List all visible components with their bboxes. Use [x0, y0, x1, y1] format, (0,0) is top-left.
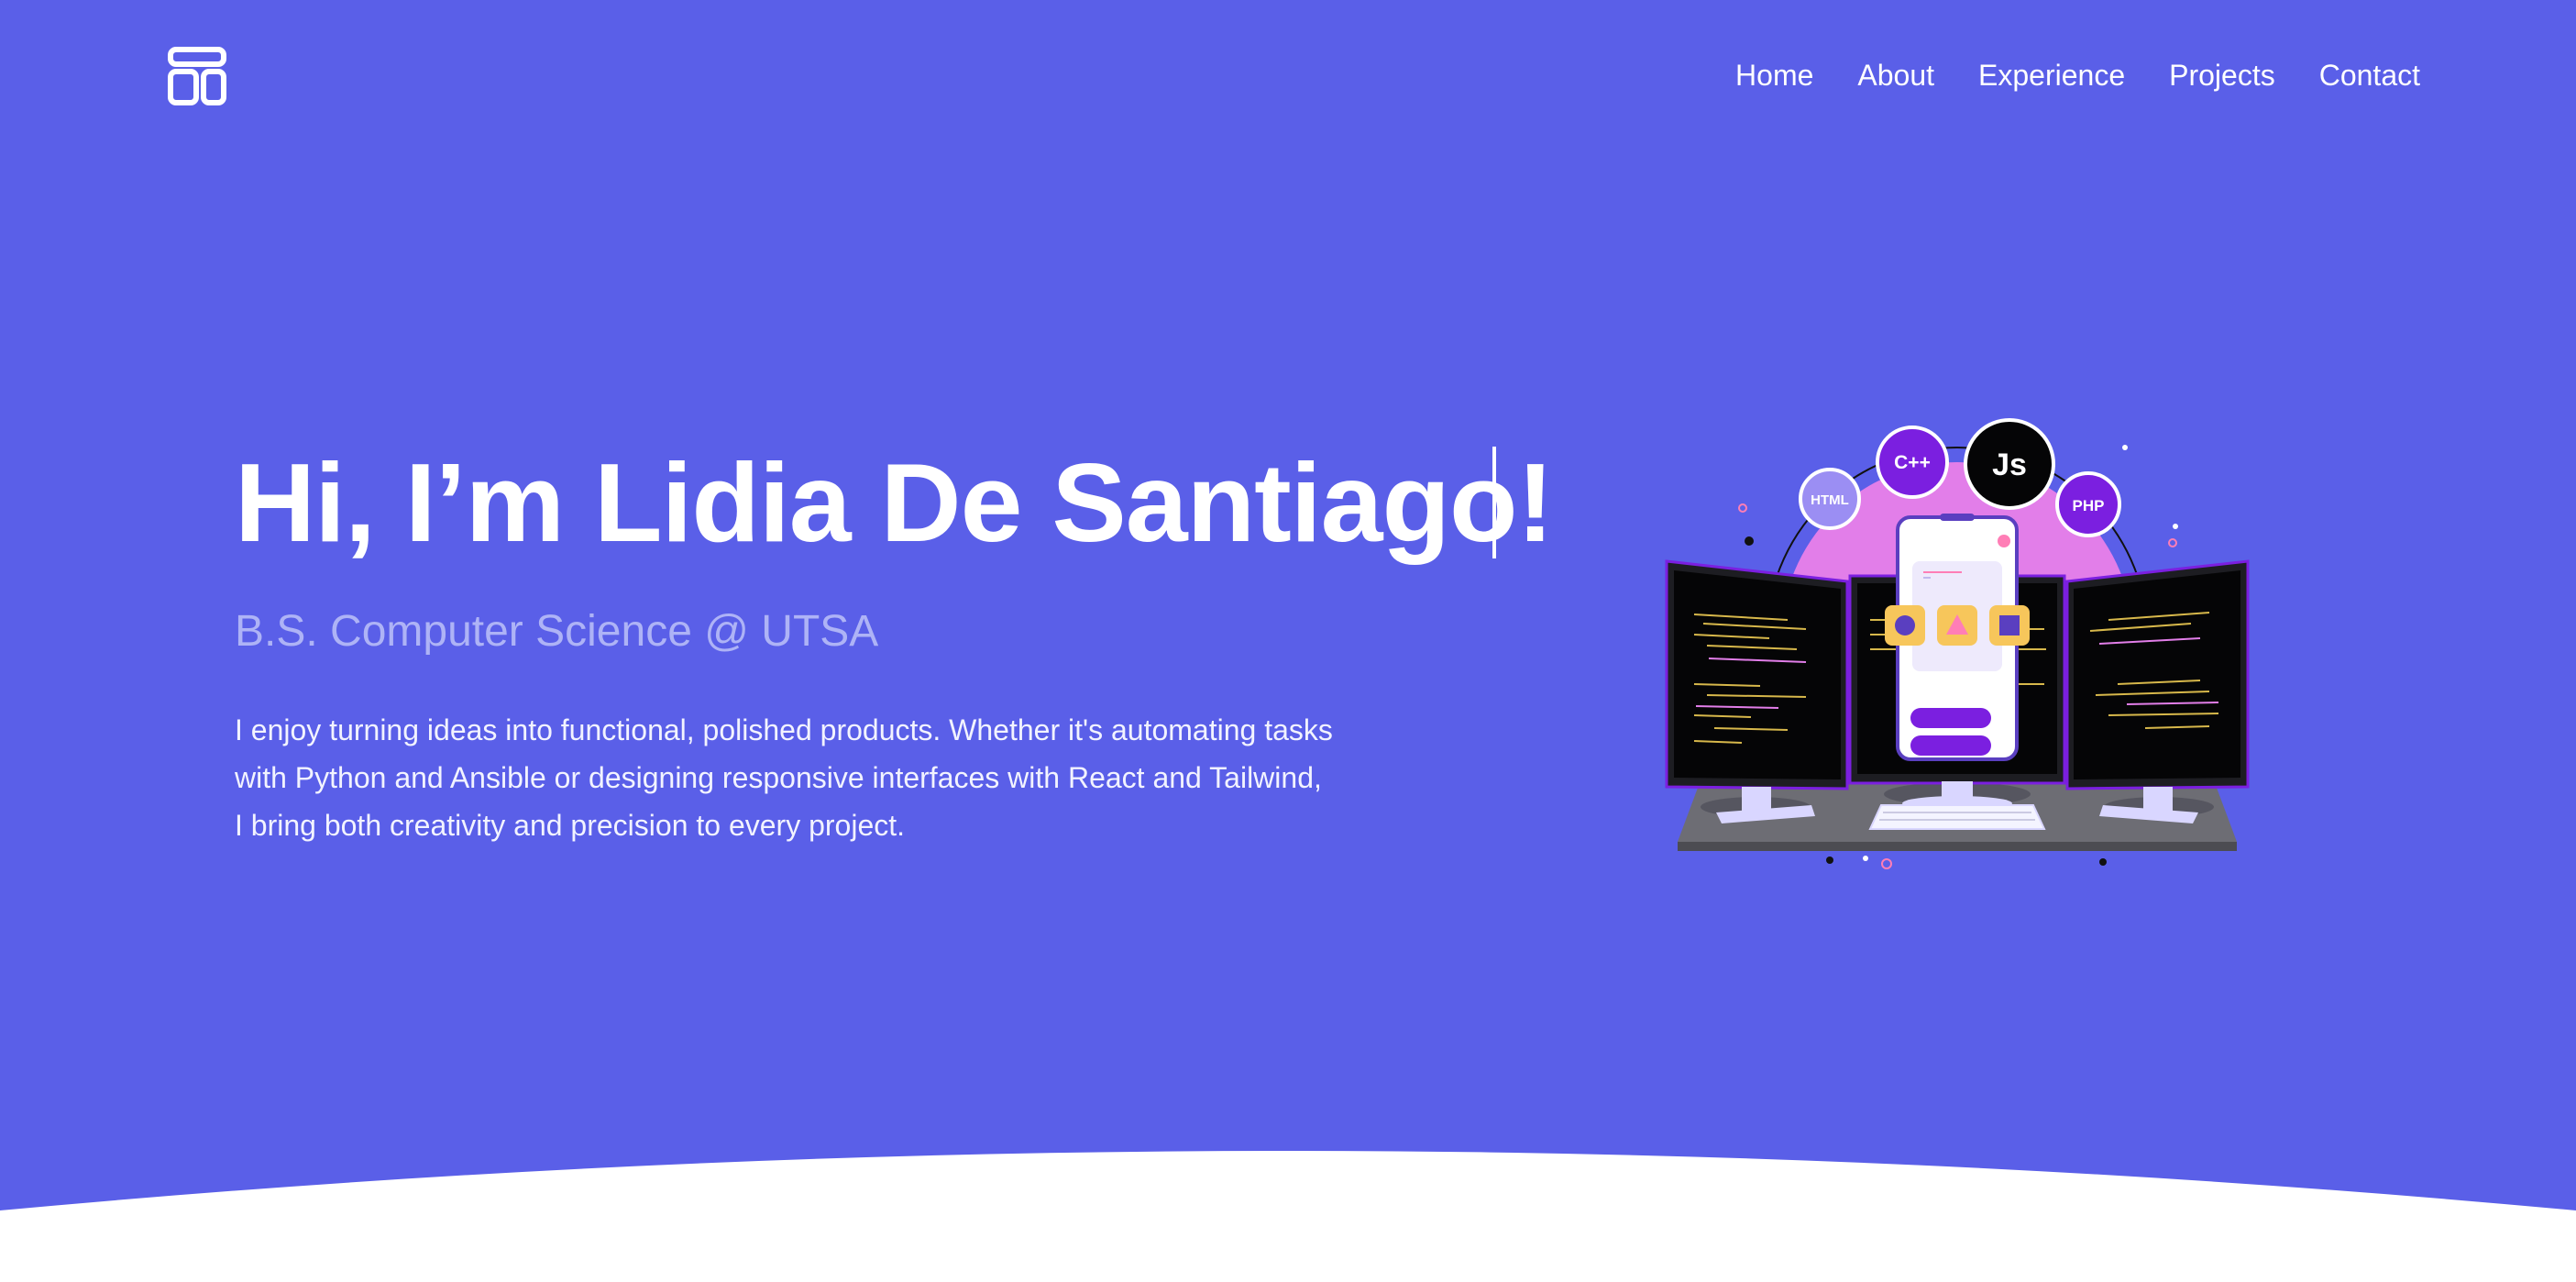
nav-contact-link[interactable]: Contact — [2319, 55, 2420, 95]
js-badge-label: Js — [1992, 448, 2027, 482]
nav-experience-link[interactable]: Experience — [1978, 55, 2125, 95]
php-badge: PHP — [2055, 471, 2121, 537]
nav-about-link[interactable]: About — [1857, 55, 1934, 95]
cpp-badge: C++ — [1876, 425, 1949, 499]
nav-home-link[interactable]: Home — [1735, 55, 1813, 95]
nav-projects-link[interactable]: Projects — [2169, 55, 2275, 95]
typing-caret — [1492, 447, 1496, 558]
main-nav: Home About Experience Projects Contact — [1735, 55, 2420, 95]
layout-template-icon[interactable] — [167, 46, 227, 106]
hero-title: Hi, I’m Lidia De Santiago! — [235, 440, 1554, 565]
developer-setup-illustration: HTML C++ Js PHP — [1665, 418, 2250, 869]
html-badge: HTML — [1799, 468, 1861, 530]
phone-mockup — [1885, 514, 2030, 761]
left-monitor — [1665, 559, 1849, 823]
php-badge-label: PHP — [2073, 497, 2105, 514]
hero-bio: I enjoy turning ideas into functional, p… — [235, 713, 1333, 842]
js-badge: Js — [1964, 418, 2055, 510]
right-monitor — [2065, 559, 2250, 823]
bottom-wave-divider — [0, 1151, 2576, 1282]
cpp-badge-label: C++ — [1894, 452, 1931, 473]
html-badge-label: HTML — [1811, 492, 1849, 508]
hero-subtitle: B.S. Computer Science @ UTSA — [235, 607, 879, 656]
